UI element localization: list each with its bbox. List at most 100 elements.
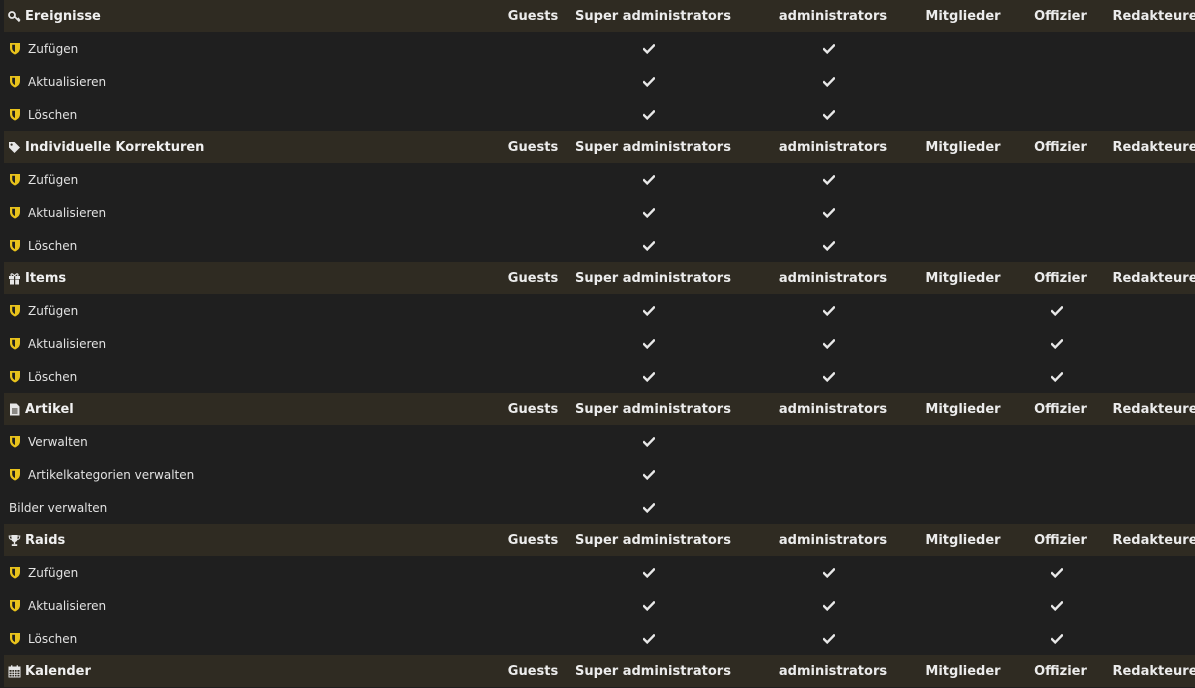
- shield-icon: [9, 632, 21, 645]
- permission-cell[interactable]: [569, 32, 729, 65]
- permission-cell[interactable]: [1106, 65, 1195, 98]
- permission-cell[interactable]: [914, 98, 1004, 131]
- permission-cell[interactable]: [914, 65, 1004, 98]
- permission-cell[interactable]: [569, 622, 729, 655]
- permission-cell[interactable]: [569, 360, 729, 393]
- permission-cell[interactable]: [490, 65, 568, 98]
- permission-cell[interactable]: [914, 163, 1004, 196]
- check-icon: [643, 109, 655, 120]
- permission-cell[interactable]: [760, 556, 898, 589]
- permission-cell[interactable]: [760, 360, 898, 393]
- permission-cell[interactable]: [1012, 32, 1101, 65]
- permission-cell[interactable]: [1012, 65, 1101, 98]
- permission-cell[interactable]: [1106, 327, 1195, 360]
- permission-cell[interactable]: [569, 556, 729, 589]
- permission-cell[interactable]: [490, 32, 568, 65]
- check-icon: [643, 502, 655, 513]
- permission-cell[interactable]: [760, 65, 898, 98]
- permission-cell[interactable]: [760, 589, 898, 622]
- permission-cell[interactable]: [569, 65, 729, 98]
- permission-cell[interactable]: [1012, 163, 1101, 196]
- permission-cell[interactable]: [760, 196, 898, 229]
- permission-cell[interactable]: [1106, 32, 1195, 65]
- permission-cell[interactable]: [490, 98, 568, 131]
- permission-cell[interactable]: [1012, 294, 1101, 327]
- permission-cell[interactable]: [760, 32, 898, 65]
- permission-cell[interactable]: [490, 360, 568, 393]
- permission-cell[interactable]: [1106, 163, 1195, 196]
- permission-cell[interactable]: [1106, 556, 1195, 589]
- permission-cell[interactable]: [760, 229, 898, 262]
- permission-cell[interactable]: [914, 294, 1004, 327]
- permission-cell[interactable]: [1012, 196, 1101, 229]
- permission-cell[interactable]: [914, 458, 1004, 491]
- permission-cell[interactable]: [490, 294, 568, 327]
- permission-cell[interactable]: [760, 327, 898, 360]
- permission-cell[interactable]: [490, 196, 568, 229]
- permission-cell[interactable]: [1012, 360, 1101, 393]
- permission-cell[interactable]: [1106, 622, 1195, 655]
- permission-cell[interactable]: [760, 163, 898, 196]
- permission-cell[interactable]: [914, 622, 1004, 655]
- permission-cell[interactable]: [914, 360, 1004, 393]
- permission-cell[interactable]: [760, 425, 898, 458]
- permission-cell[interactable]: [1106, 491, 1195, 524]
- permission-cell[interactable]: [1106, 360, 1195, 393]
- permission-cell[interactable]: [490, 491, 568, 524]
- permission-cell[interactable]: [490, 425, 568, 458]
- permission-cell[interactable]: [569, 458, 729, 491]
- permission-cell[interactable]: [760, 294, 898, 327]
- permission-cell[interactable]: [569, 425, 729, 458]
- permission-cell[interactable]: [490, 163, 568, 196]
- permission-cell[interactable]: [1106, 589, 1195, 622]
- permission-cell[interactable]: [490, 589, 568, 622]
- permission-cell[interactable]: [490, 458, 568, 491]
- section-header: Raids Guests Super administrators administr…: [4, 524, 1195, 556]
- permission-cell[interactable]: [1012, 229, 1101, 262]
- column-header: Super administrators: [575, 401, 731, 417]
- permission-cell[interactable]: [914, 327, 1004, 360]
- permission-row: Zufügen: [0, 32, 1195, 65]
- permission-cell[interactable]: [760, 491, 898, 524]
- permission-cell[interactable]: [490, 327, 568, 360]
- permission-cell[interactable]: [914, 229, 1004, 262]
- check-icon: [643, 600, 655, 611]
- permission-cell[interactable]: [569, 589, 729, 622]
- permission-cell[interactable]: [1106, 458, 1195, 491]
- permission-cell[interactable]: [1012, 425, 1101, 458]
- permission-cell[interactable]: [569, 491, 729, 524]
- permission-cell[interactable]: [914, 556, 1004, 589]
- permission-cell[interactable]: [490, 622, 568, 655]
- permission-cell[interactable]: [1012, 622, 1101, 655]
- permission-cell[interactable]: [1106, 425, 1195, 458]
- permission-cell[interactable]: [760, 98, 898, 131]
- permission-cell[interactable]: [569, 98, 729, 131]
- permission-cell[interactable]: [914, 32, 1004, 65]
- permission-cell[interactable]: [569, 163, 729, 196]
- check-icon: [643, 469, 655, 480]
- permission-cell[interactable]: [1106, 294, 1195, 327]
- permission-cell[interactable]: [914, 589, 1004, 622]
- shield-icon: [9, 337, 21, 350]
- permission-cell[interactable]: [569, 327, 729, 360]
- column-header: Mitglieder: [925, 401, 1001, 417]
- permission-cell[interactable]: [914, 491, 1004, 524]
- permission-cell[interactable]: [1012, 589, 1101, 622]
- permission-cell[interactable]: [490, 556, 568, 589]
- permission-cell[interactable]: [490, 229, 568, 262]
- permission-cell[interactable]: [1106, 98, 1195, 131]
- permission-cell[interactable]: [569, 196, 729, 229]
- permission-cell[interactable]: [1012, 327, 1101, 360]
- permission-cell[interactable]: [760, 458, 898, 491]
- permission-cell[interactable]: [1012, 98, 1101, 131]
- permission-cell[interactable]: [569, 229, 729, 262]
- permission-cell[interactable]: [914, 425, 1004, 458]
- permission-cell[interactable]: [1012, 491, 1101, 524]
- permission-cell[interactable]: [760, 622, 898, 655]
- permission-cell[interactable]: [1012, 556, 1101, 589]
- permission-cell[interactable]: [1106, 196, 1195, 229]
- permission-cell[interactable]: [569, 294, 729, 327]
- permission-cell[interactable]: [1012, 458, 1101, 491]
- permission-cell[interactable]: [1106, 229, 1195, 262]
- permission-cell[interactable]: [914, 196, 1004, 229]
